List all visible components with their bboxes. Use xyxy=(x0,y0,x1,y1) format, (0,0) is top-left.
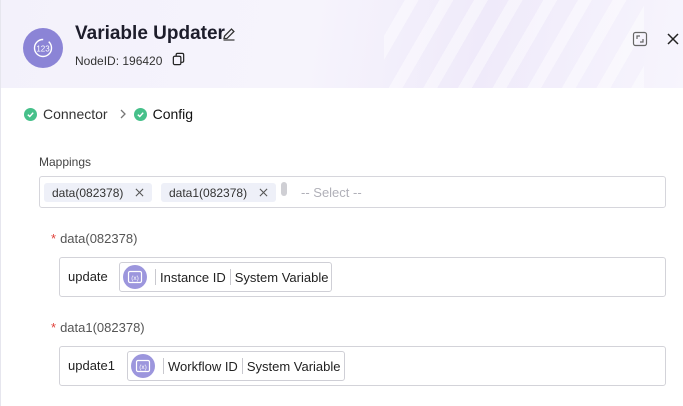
check-circle-icon xyxy=(24,107,37,121)
chip-divider xyxy=(241,358,243,374)
mappings-label: Mappings xyxy=(39,155,92,169)
step-label: Connector xyxy=(43,106,108,122)
fullscreen-icon[interactable] xyxy=(632,31,648,47)
step-connector[interactable]: Connector xyxy=(24,106,108,122)
step-label: Config xyxy=(152,106,194,122)
tag-label: data1(082378) xyxy=(169,185,248,200)
field-value: update xyxy=(68,269,108,284)
svg-text:(x): (x) xyxy=(131,275,139,282)
variable-icon: (x) xyxy=(131,354,155,378)
panel-header: 123 Variable Updater NodeID: 196420 xyxy=(1,0,683,88)
variable-icon: (x) xyxy=(123,265,147,289)
page-title: Variable Updater xyxy=(75,23,225,44)
mapping-tag: data1(082378) xyxy=(161,183,277,202)
chip-divider xyxy=(155,269,156,285)
variable-type: System Variable xyxy=(234,269,329,285)
svg-text:123: 123 xyxy=(36,45,50,54)
variable-name: Workflow ID xyxy=(168,358,238,374)
field-label: * data1(082378) xyxy=(51,320,145,335)
pencil-icon[interactable] xyxy=(221,26,237,42)
field-label: * data(082378) xyxy=(51,231,137,246)
tag-label: data(082378) xyxy=(52,185,124,200)
close-icon[interactable] xyxy=(665,31,681,47)
step-config[interactable]: Config xyxy=(133,106,194,122)
mapping-tag: data(082378) xyxy=(44,183,153,202)
step-breadcrumb: Connector Config xyxy=(24,104,193,124)
scroll-handle[interactable] xyxy=(281,182,287,196)
variable-chip[interactable]: (x) Workflow ID System Variable xyxy=(127,351,345,381)
header-decoration xyxy=(384,0,644,88)
svg-text:(x): (x) xyxy=(139,364,147,371)
select-placeholder: -- Select -- xyxy=(301,185,362,200)
mappings-select[interactable]: data(082378) data1(082378) -- Select -- xyxy=(39,176,666,208)
field-label-text: data(082378) xyxy=(60,231,138,246)
variable-type: System Variable xyxy=(246,358,341,374)
required-asterisk: * xyxy=(51,320,57,335)
variable-updater-panel: 123 Variable Updater NodeID: 196420 Conn… xyxy=(0,0,683,406)
remove-tag-icon[interactable] xyxy=(135,188,144,197)
variable-name: Instance ID xyxy=(160,269,226,285)
copy-icon[interactable] xyxy=(171,52,186,67)
chip-divider xyxy=(229,269,231,285)
remove-tag-icon[interactable] xyxy=(259,188,268,197)
calculator-icon: 123 xyxy=(23,28,63,68)
field-label-text: data1(082378) xyxy=(60,320,145,335)
variable-chip[interactable]: (x) Instance ID System Variable xyxy=(119,262,333,292)
field-value: update1 xyxy=(68,358,115,373)
mapping-field-input[interactable]: update1 (x) Workflow ID System Variable xyxy=(59,346,666,386)
mapping-field-input[interactable]: update (x) Instance ID System Variable xyxy=(59,257,666,297)
chevron-right-icon xyxy=(120,109,126,119)
required-asterisk: * xyxy=(51,231,57,246)
check-circle-icon xyxy=(133,107,147,121)
node-id: NodeID: 196420 xyxy=(75,54,163,68)
chip-divider xyxy=(163,358,164,374)
